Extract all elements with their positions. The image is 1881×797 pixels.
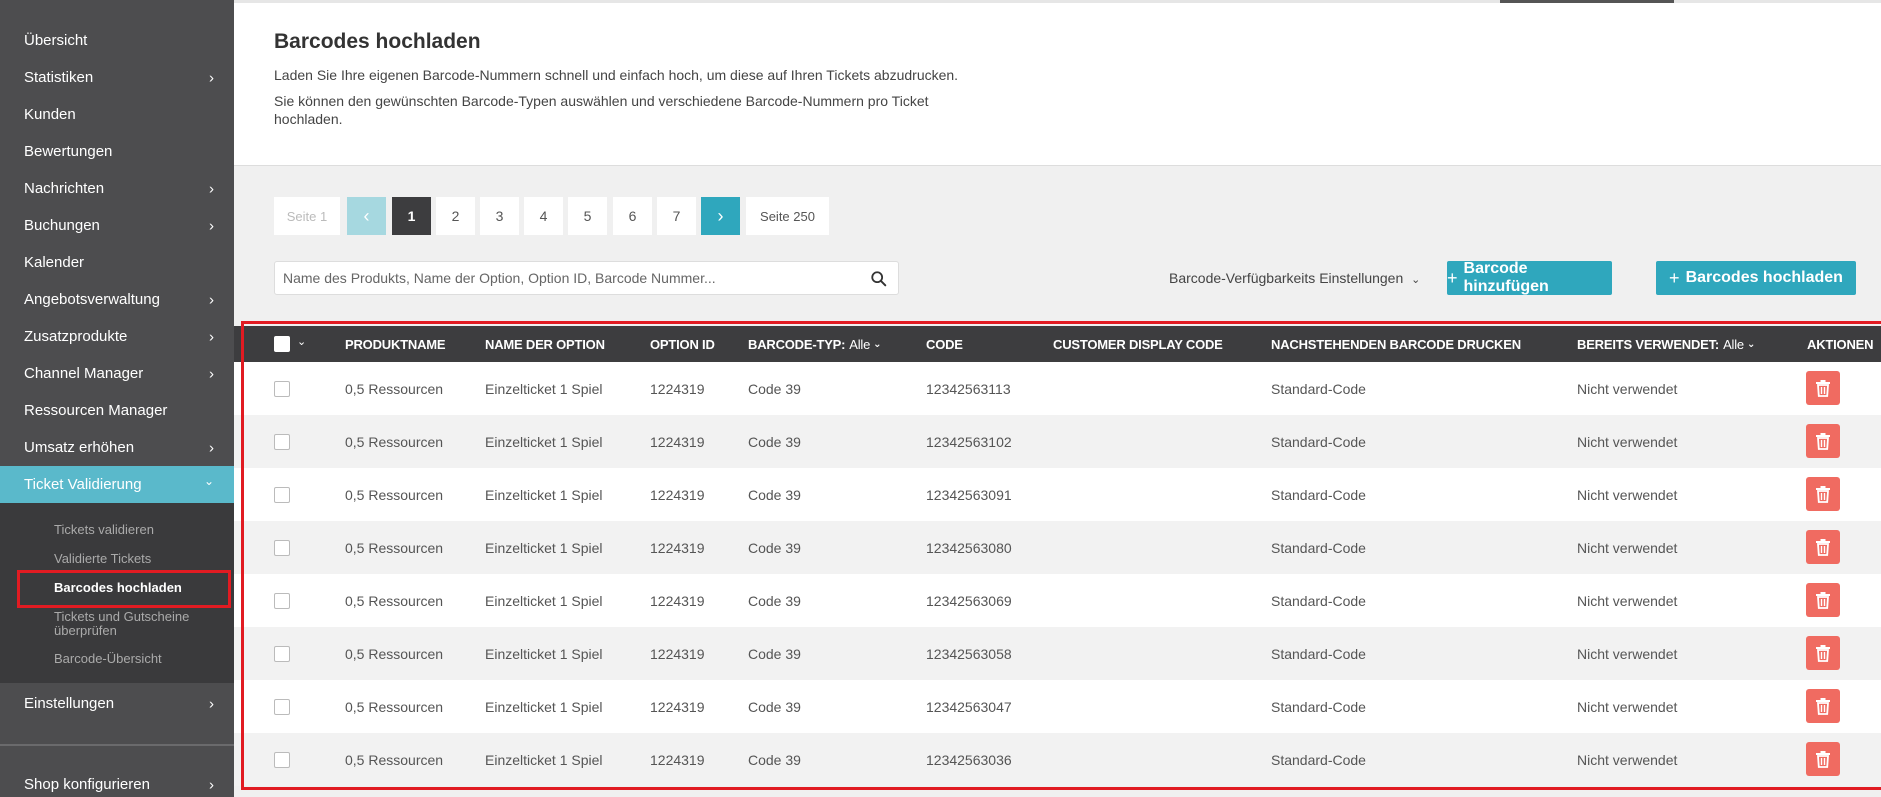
subnav-item-validierte-tickets[interactable]: Validierte Tickets [54, 552, 151, 566]
pagination-next-button[interactable]: › [701, 197, 740, 235]
pagination-first[interactable]: Seite 1 [274, 197, 340, 235]
plus-icon: + [1447, 267, 1458, 288]
sidebar-item-buchungen[interactable]: Buchungen › [0, 207, 234, 244]
page-description-1: Laden Sie Ihre eigenen Barcode-Nummern s… [274, 67, 959, 83]
search-icon[interactable] [870, 270, 888, 288]
sidebar-item-label: Kalender [24, 254, 85, 271]
top-tab-active-indicator [1500, 0, 1674, 3]
pagination-page-2[interactable]: 2 [436, 197, 475, 235]
sidebar-item-label: Nachrichten [24, 180, 105, 197]
chevron-down-icon: ⌄ [1411, 274, 1421, 286]
chevron-right-icon: › [717, 205, 724, 226]
availability-settings-dropdown[interactable]: Barcode-Verfügbarkeits Einstellungen ⌄ [1169, 270, 1420, 286]
sidebar-item-label: Statistiken [24, 69, 94, 86]
pagination-page-3[interactable]: 3 [480, 197, 519, 235]
subnav-item-tickets-validieren[interactable]: Tickets validieren [54, 523, 154, 537]
sidebar-item-label: Channel Manager [24, 365, 144, 382]
sidebar-item-label: Shop konfigurieren [24, 776, 150, 793]
sidebar-item-zusatzprodukte[interactable]: Zusatzprodukte › [0, 318, 234, 355]
sidebar-item-ticket-validierung[interactable]: Ticket Validierung ⌄ [0, 466, 234, 503]
upload-barcodes-button[interactable]: + Barcodes hochladen [1656, 261, 1856, 295]
sidebar-item-kalender[interactable]: Kalender [0, 244, 234, 281]
sidebar-item-label: Ticket Validierung [24, 476, 142, 493]
sidebar-item-übersicht[interactable]: Übersicht [0, 22, 234, 59]
sidebar-item-ressourcen-manager[interactable]: Ressourcen Manager [0, 392, 234, 429]
pagination-page-4[interactable]: 4 [524, 197, 563, 235]
chevron-right-icon: › [209, 180, 214, 197]
plus-icon: + [1669, 267, 1680, 288]
sidebar-item-label: Übersicht [24, 32, 88, 49]
sidebar-item-einstellungen[interactable]: Einstellungen › [0, 685, 234, 722]
sidebar-item-label: Bewertungen [24, 143, 113, 160]
table-highlight-frame [241, 321, 1881, 790]
pagination-page-7[interactable]: 7 [657, 197, 696, 235]
search-input[interactable] [283, 262, 863, 294]
sidebar-item-channel-manager[interactable]: Channel Manager › [0, 355, 234, 392]
add-barcode-label: Barcode hinzufügen [1463, 260, 1549, 295]
subnav-item-tickets-gutscheine[interactable]: Tickets und Gutscheine überprüfen [54, 610, 204, 638]
availability-settings-label: Barcode-Verfügbarkeits Einstellungen [1169, 270, 1404, 286]
chevron-left-icon: ‹ [363, 205, 370, 226]
sidebar-item-umsatz-erhöhen[interactable]: Umsatz erhöhen › [0, 429, 234, 466]
page-description-2: Sie können den gewünschten Barcode-Typen… [274, 93, 929, 127]
chevron-right-icon: › [209, 439, 214, 456]
chevron-right-icon: › [209, 365, 214, 382]
sidebar-item-shop-konfigurieren[interactable]: Shop konfigurieren › [0, 766, 234, 797]
pagination-prev-button[interactable]: ‹ [347, 197, 386, 235]
sidebar-item-angebotsverwaltung[interactable]: Angebotsverwaltung › [0, 281, 234, 318]
sidebar-item-label: Kunden [24, 106, 76, 123]
pagination-page-6[interactable]: 6 [613, 197, 652, 235]
sidebar-item-kunden[interactable]: Kunden [0, 96, 234, 133]
sidebar-item-nachrichten[interactable]: Nachrichten › [0, 170, 234, 207]
sidebar-item-label: Einstellungen [24, 695, 115, 712]
sidebar-item-label: Buchungen [24, 217, 100, 234]
upload-barcodes-label: Barcodes hochladen [1685, 269, 1843, 286]
chevron-right-icon: › [209, 291, 214, 308]
sidebar-item-bewertungen[interactable]: Bewertungen [0, 133, 234, 170]
sidebar-item-label: Ressourcen Manager [24, 402, 168, 419]
subnav-item-barcode-uebersicht[interactable]: Barcode-Übersicht [54, 652, 162, 666]
pagination-last[interactable]: Seite 250 [746, 197, 829, 235]
sidebar-item-statistiken[interactable]: Statistiken › [0, 59, 234, 96]
chevron-down-icon: ⌄ [203, 473, 214, 488]
chevron-right-icon: › [209, 69, 214, 86]
chevron-right-icon: › [209, 776, 214, 793]
chevron-right-icon: › [209, 695, 214, 712]
page-title: Barcodes hochladen [274, 30, 481, 53]
pagination-page-1[interactable]: 1 [392, 197, 431, 235]
sidebar-item-label: Umsatz erhöhen [24, 439, 135, 456]
chevron-right-icon: › [209, 217, 214, 234]
sidebar-item-label: Angebotsverwaltung [24, 291, 160, 308]
current-page-highlight [17, 570, 231, 608]
search-box [274, 261, 899, 295]
sidebar-divider [0, 744, 234, 746]
pagination-page-5[interactable]: 5 [568, 197, 607, 235]
sidebar: Übersicht Statistiken › Kunden Bewertungen Na… [0, 0, 234, 797]
add-barcode-button[interactable]: + Barcode hinzufügen [1447, 260, 1612, 295]
sidebar-item-label: Zusatzprodukte [24, 328, 128, 345]
chevron-right-icon: › [209, 328, 214, 345]
